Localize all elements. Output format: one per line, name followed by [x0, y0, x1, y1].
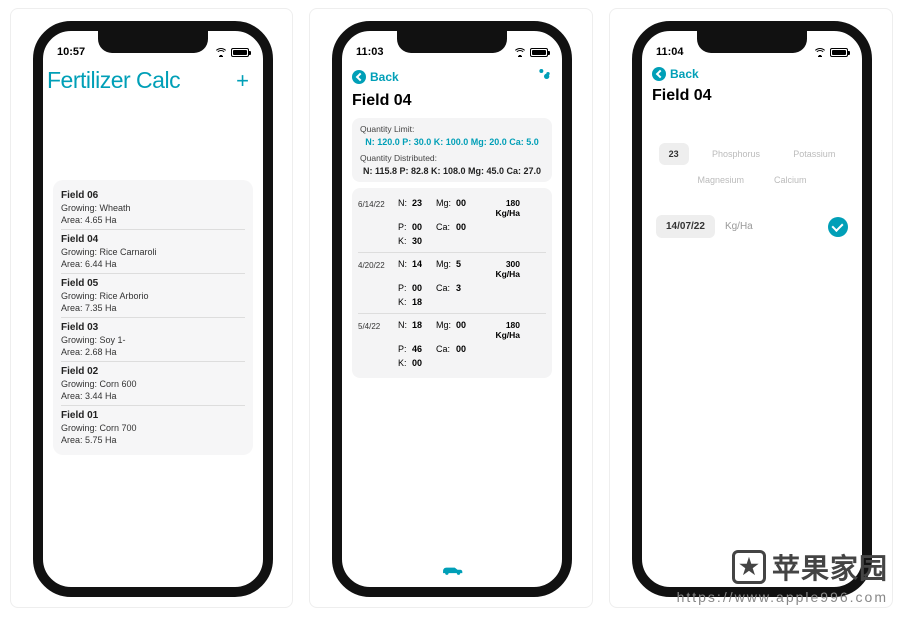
- screen-content: Back Field 04 23 Phosphorus Potassium Ma…: [642, 65, 862, 587]
- list-item[interactable]: Field 02 Growing: Corn 600 Area: 3.44 Ha: [61, 362, 245, 406]
- vehicle-icon[interactable]: [441, 562, 463, 581]
- limit-label: Quantity Limit:: [360, 124, 544, 134]
- nutrient-nitrogen-input[interactable]: 23: [659, 143, 689, 165]
- wifi-icon: [814, 47, 826, 57]
- nutrient-phosphorus-input[interactable]: Phosphorus: [702, 143, 770, 165]
- add-button[interactable]: +: [236, 68, 251, 94]
- phone-frame: 11:03 Back Field 04 Quantity Limit: N: 1…: [332, 21, 572, 597]
- entry-rate: 180 Kg/Ha: [480, 320, 520, 340]
- entry-rate: 180 Kg/Ha: [480, 198, 520, 218]
- field-crop: Growing: Rice Arborio: [61, 291, 245, 301]
- entry-row[interactable]: 4/20/22 N:14 Mg:5 300 Kg/Ha P:00 Ca:3 K:…: [358, 253, 546, 314]
- field-area: Area: 5.75 Ha: [61, 435, 245, 445]
- phone-frame: 10:57 Fertilizer Calc + Field 06 Growing…: [33, 21, 273, 597]
- page-title: Field 04: [352, 88, 552, 118]
- clock: 11:04: [656, 46, 684, 58]
- entry-row[interactable]: 5/4/22 N:18 Mg:00 180 Kg/Ha P:46 Ca:00 K…: [358, 314, 546, 374]
- nutrient-potassium-input[interactable]: Potassium: [783, 143, 845, 165]
- field-name: Field 05: [61, 278, 245, 289]
- entry-date: 5/4/22: [358, 320, 394, 368]
- dist-label: Quantity Distributed:: [360, 153, 544, 163]
- phone-frame: 11:04 Back Field 04 23 Phosphorus Potass…: [632, 21, 872, 597]
- field-crop: Growing: Wheath: [61, 203, 245, 213]
- field-area: Area: 4.65 Ha: [61, 215, 245, 225]
- back-icon: [652, 67, 666, 81]
- entry-date: 4/20/22: [358, 259, 394, 307]
- entries-list: 6/14/22 N:23 Mg:00 180 Kg/Ha P:00 Ca:00 …: [352, 188, 552, 378]
- field-crop: Growing: Corn 700: [61, 423, 245, 433]
- field-name: Field 01: [61, 410, 245, 421]
- field-area: Area: 2.68 Ha: [61, 347, 245, 357]
- list-item[interactable]: Field 04 Growing: Rice Carnaroli Area: 6…: [61, 230, 245, 274]
- back-button[interactable]: Back: [352, 70, 399, 84]
- unit-input[interactable]: Kg/Ha: [725, 221, 753, 232]
- dist-value: N: 115.8 P: 82.8 K: 108.0 Mg: 45.0 Ca: 2…: [360, 166, 544, 176]
- list-item[interactable]: Field 06 Growing: Wheath Area: 4.65 Ha: [61, 186, 245, 230]
- confirm-button[interactable]: [828, 217, 848, 237]
- notch: [98, 29, 208, 53]
- date-input[interactable]: 14/07/22: [656, 215, 715, 238]
- back-icon: [352, 70, 366, 84]
- field-area: Area: 7.35 Ha: [61, 303, 245, 313]
- back-label: Back: [370, 70, 399, 84]
- field-name: Field 03: [61, 322, 245, 333]
- field-name: Field 04: [61, 234, 245, 245]
- app-title: Fertilizer Calc: [47, 67, 180, 94]
- field-name: Field 06: [61, 190, 245, 201]
- back-label: Back: [670, 67, 699, 81]
- star-icon: ★: [732, 550, 766, 584]
- nutrient-calcium-input[interactable]: Calcium: [774, 175, 807, 185]
- screenshot-card-2: 11:03 Back Field 04 Quantity Limit: N: 1…: [309, 8, 593, 608]
- limit-value: N: 120.0 P: 30.0 K: 100.0 Mg: 20.0 Ca: 5…: [360, 137, 544, 147]
- field-crop: Growing: Rice Carnaroli: [61, 247, 245, 257]
- wifi-icon: [215, 47, 227, 57]
- battery-icon: [830, 48, 848, 57]
- screen-content: Fertilizer Calc + Field 06 Growing: Whea…: [43, 65, 263, 587]
- field-crop: Growing: Corn 600: [61, 379, 245, 389]
- filter-icon[interactable]: [536, 67, 552, 86]
- notch: [697, 29, 807, 53]
- quantity-limit-panel: Quantity Limit: N: 120.0 P: 30.0 K: 100.…: [352, 118, 552, 182]
- page-title: Field 04: [652, 83, 852, 113]
- battery-icon: [231, 48, 249, 57]
- clock: 10:57: [57, 46, 85, 58]
- field-name: Field 02: [61, 366, 245, 377]
- entry-date: 6/14/22: [358, 198, 394, 246]
- watermark: ★ 苹果家园 https://www.apple996.com: [677, 547, 888, 605]
- field-area: Area: 3.44 Ha: [61, 391, 245, 401]
- watermark-url: https://www.apple996.com: [677, 589, 888, 605]
- screenshot-card-3: 11:04 Back Field 04 23 Phosphorus Potass…: [609, 8, 893, 608]
- notch: [397, 29, 507, 53]
- list-item[interactable]: Field 05 Growing: Rice Arborio Area: 7.3…: [61, 274, 245, 318]
- screen-content: Back Field 04 Quantity Limit: N: 120.0 P…: [342, 65, 562, 587]
- watermark-text: 苹果家园: [772, 547, 888, 587]
- back-button[interactable]: Back: [652, 67, 699, 81]
- field-area: Area: 6.44 Ha: [61, 259, 245, 269]
- battery-icon: [530, 48, 548, 57]
- list-item[interactable]: Field 01 Growing: Corn 700 Area: 5.75 Ha: [61, 406, 245, 449]
- nutrient-magnesium-input[interactable]: Magnesium: [697, 175, 744, 185]
- entry-row[interactable]: 6/14/22 N:23 Mg:00 180 Kg/Ha P:00 Ca:00 …: [358, 192, 546, 253]
- wifi-icon: [514, 47, 526, 57]
- entry-rate: 300 Kg/Ha: [480, 259, 520, 279]
- field-list[interactable]: Field 06 Growing: Wheath Area: 4.65 Ha F…: [53, 180, 253, 455]
- clock: 11:03: [356, 46, 384, 58]
- field-crop: Growing: Soy 1-: [61, 335, 245, 345]
- list-item[interactable]: Field 03 Growing: Soy 1- Area: 2.68 Ha: [61, 318, 245, 362]
- screenshot-card-1: 10:57 Fertilizer Calc + Field 06 Growing…: [10, 8, 293, 608]
